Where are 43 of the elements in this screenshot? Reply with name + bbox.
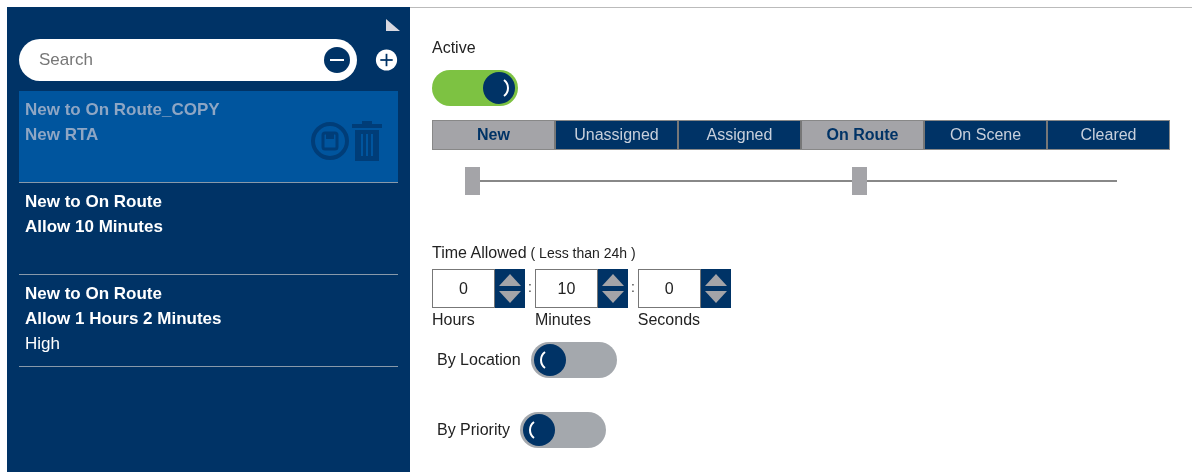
corner-icon	[386, 19, 400, 31]
slider-thumb[interactable]	[852, 167, 867, 195]
list-item[interactable]: New to On Route Allow 1 Hours 2 Minutes High	[19, 275, 398, 367]
field-label: Seconds	[637, 310, 701, 330]
toggle-knob	[532, 343, 567, 377]
item-detail: New RTA	[25, 124, 99, 146]
stage-tab[interactable]: New	[433, 121, 556, 149]
field-label: Minutes	[534, 310, 591, 330]
spinner-icon[interactable]	[495, 269, 525, 308]
item-detail: Allow 10 Minutes	[25, 216, 163, 238]
item-title: New to On Route_COPY	[25, 99, 220, 121]
toggle-switch[interactable]	[519, 412, 606, 448]
time-allowed-hint: ( Less than 24h )	[530, 244, 636, 263]
time-allowed-label: Time Allowed	[432, 243, 527, 263]
stage-tab[interactable]: Cleared	[1048, 121, 1169, 149]
minus-icon[interactable]	[323, 46, 351, 74]
time-separator: :	[630, 278, 635, 297]
item-priority: High	[25, 333, 60, 355]
stage-tab[interactable]: Unassigned	[556, 121, 679, 149]
stage-tab[interactable]: On Route	[802, 121, 925, 149]
time-separator: :	[528, 278, 532, 297]
toggle-switch[interactable]	[530, 342, 617, 378]
item-title: New to On Route	[25, 283, 162, 305]
plus-icon[interactable]	[375, 47, 398, 73]
active-label: Active	[432, 38, 477, 58]
stage-tab[interactable]: On Scene	[925, 121, 1048, 149]
number-field[interactable]: 0	[432, 269, 495, 308]
search-field[interactable]: Search	[19, 39, 357, 81]
item-detail: Allow 1 Hours 2 Minutes	[25, 308, 222, 330]
spinner-icon[interactable]	[597, 269, 628, 308]
spinner-icon[interactable]	[700, 269, 731, 308]
item-title: New to On Route	[25, 191, 162, 213]
list-item[interactable]: New to On Route Allow 10 Minutes	[19, 183, 398, 275]
field-label: Hours	[432, 310, 475, 330]
stage-tab[interactable]: Assigned	[679, 121, 802, 149]
toggle-knob	[521, 413, 556, 447]
slider-thumb[interactable]	[465, 167, 480, 195]
number-field[interactable]: 10	[534, 269, 598, 308]
toggle-label: By Priority	[437, 420, 510, 440]
number-field[interactable]: 0	[637, 269, 701, 308]
toggle-knob	[482, 71, 516, 105]
toggle-label: By Location	[437, 350, 521, 370]
active-toggle[interactable]	[432, 70, 518, 106]
